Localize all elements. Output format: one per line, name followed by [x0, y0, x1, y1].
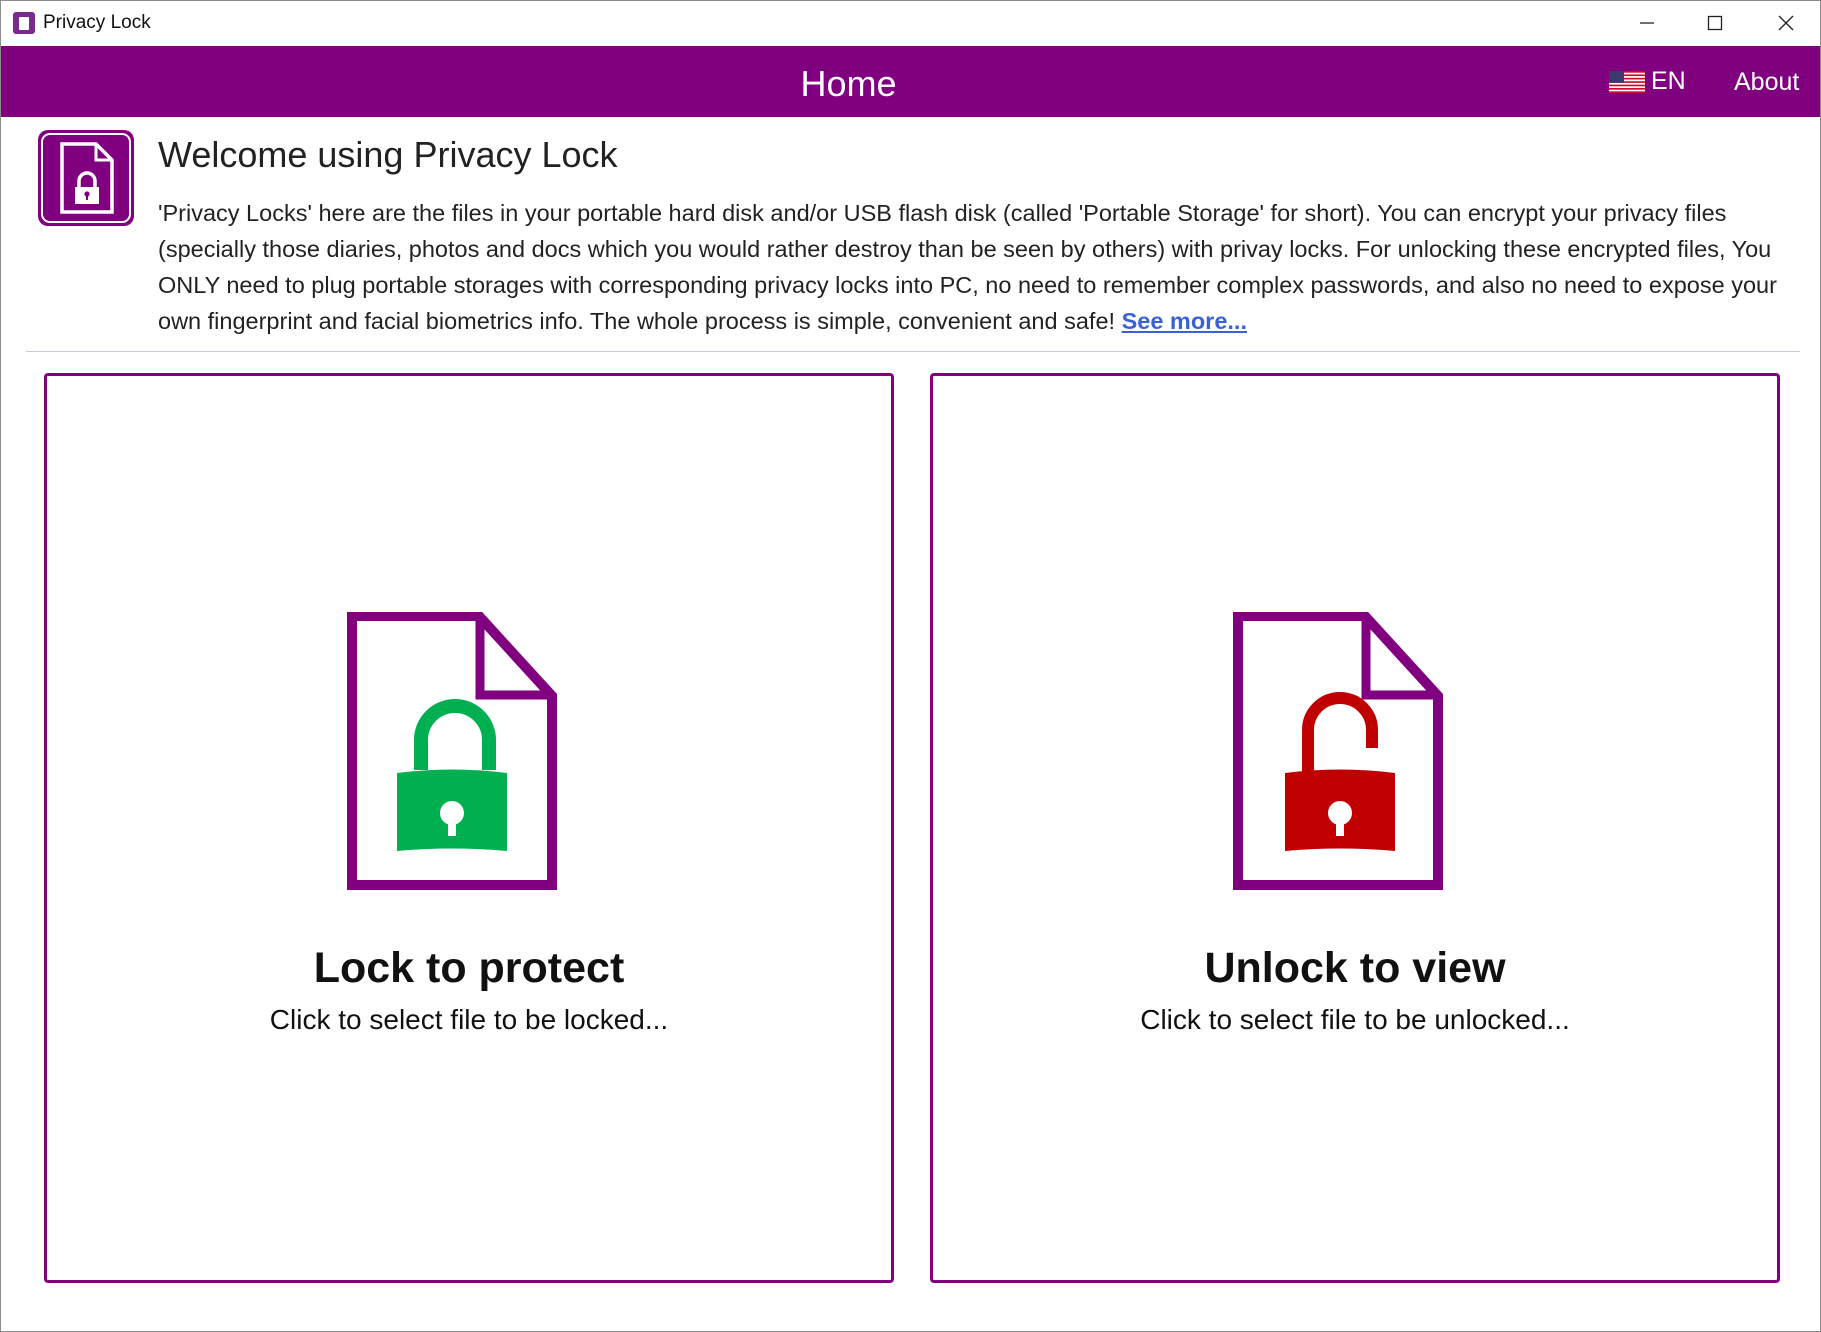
- language-selector[interactable]: EN: [1609, 46, 1686, 117]
- maximize-icon: [1707, 15, 1723, 31]
- lock-title: Lock to protect: [313, 944, 625, 992]
- title-bar[interactable]: Privacy Lock: [1, 1, 1820, 45]
- unlock-to-view-button[interactable]: Unlock to view Click to select file to b…: [930, 373, 1780, 1283]
- see-more-link[interactable]: See more...: [1122, 308, 1247, 334]
- welcome-description-text: 'Privacy Locks' here are the files in yo…: [158, 200, 1777, 334]
- lock-subtitle: Click to select file to be locked...: [269, 1004, 669, 1035]
- language-label: EN: [1651, 67, 1686, 95]
- close-button[interactable]: [1752, 1, 1820, 45]
- file-unlocked-red-padlock-icon: [1233, 612, 1443, 890]
- lock-to-protect-button[interactable]: Lock to protect Click to select file to …: [44, 373, 894, 1283]
- file-locked-green-padlock-icon: [347, 612, 557, 890]
- welcome-description: 'Privacy Locks' here are the files in yo…: [158, 195, 1778, 339]
- minimize-button[interactable]: [1613, 1, 1681, 45]
- header-bar: Home EN About: [1, 46, 1820, 117]
- window-title: Privacy Lock: [43, 12, 151, 33]
- us-flag-icon: [1609, 70, 1645, 93]
- maximize-button[interactable]: [1681, 1, 1749, 45]
- app-window: Privacy Lock Home EN About Welcome using…: [0, 0, 1821, 1332]
- locked-file-icon: [38, 130, 134, 226]
- divider: [26, 351, 1800, 352]
- page-title: Home: [800, 63, 897, 104]
- about-link[interactable]: About: [1734, 46, 1799, 117]
- unlock-subtitle: Click to select file to be unlocked...: [1140, 1004, 1570, 1035]
- minimize-icon: [1640, 22, 1654, 24]
- close-icon: [1778, 15, 1794, 31]
- unlock-title: Unlock to view: [1204, 944, 1506, 992]
- privacy-lock-app-icon: [13, 12, 35, 34]
- welcome-title: Welcome using Privacy Lock: [158, 134, 618, 175]
